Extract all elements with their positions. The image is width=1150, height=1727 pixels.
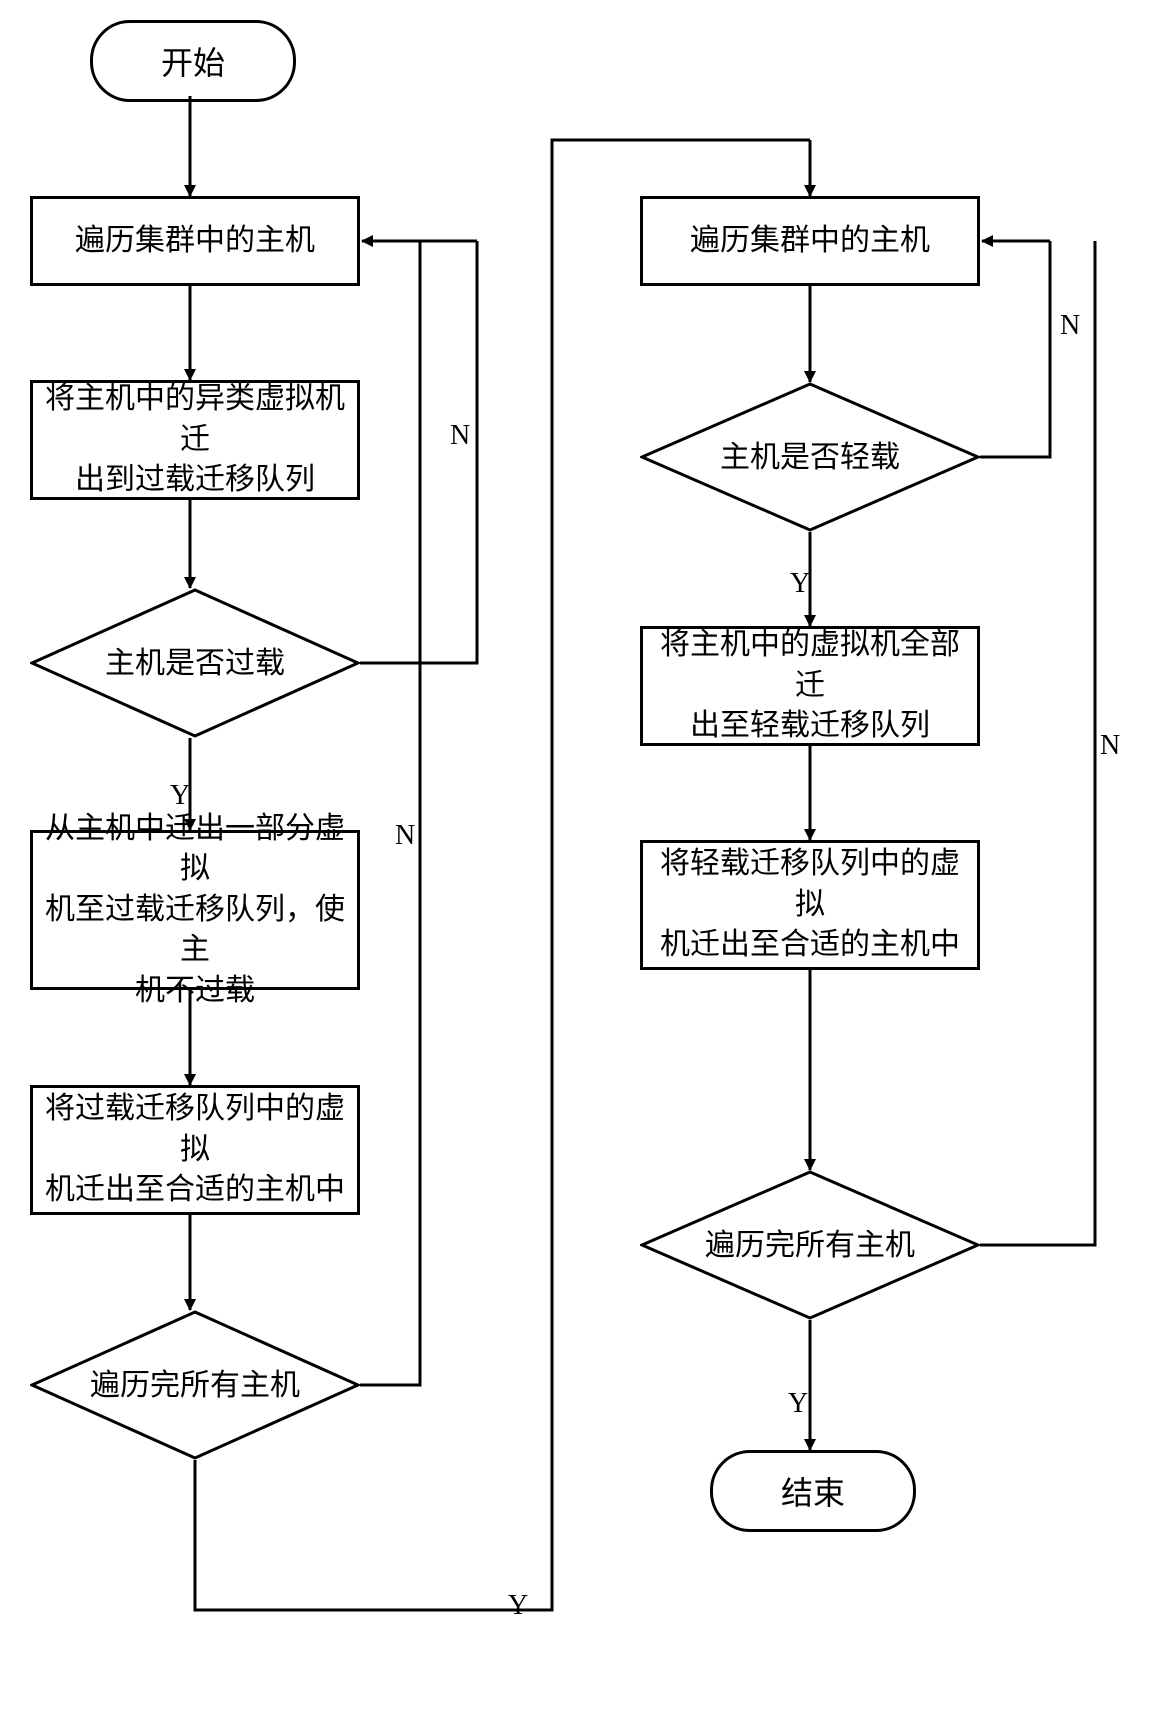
left-traverse-text: 遍历集群中的主机: [75, 221, 315, 262]
start-terminator: 开始: [90, 20, 296, 102]
right-done-Y-label: Y: [788, 1388, 808, 1420]
left-done-all-decision: 遍历完所有主机: [30, 1310, 360, 1460]
flowchart-canvas: 开始 结束 遍历集群中的主机 将主机中的异类虚拟机迁出到过载迁移队列 主机是否过…: [0, 0, 1150, 1727]
end-terminator: 结束: [710, 1450, 916, 1532]
left-done-all-text: 遍历完所有主机: [90, 1366, 300, 1405]
right-done-all-decision: 遍历完所有主机: [640, 1170, 980, 1320]
left-overloaded-decision: 主机是否过载: [30, 588, 360, 738]
right-traverse-text: 遍历集群中的主机: [690, 221, 930, 262]
left-overloaded-text: 主机是否过载: [105, 644, 285, 683]
left-traverse-process: 遍历集群中的主机: [30, 196, 360, 286]
right-lightload-N-label: N: [1060, 310, 1080, 342]
left-overloaded-Y-label: Y: [170, 780, 190, 812]
left-done-Y-label: Y: [508, 1590, 528, 1622]
right-done-all-text: 遍历完所有主机: [705, 1226, 915, 1265]
right-lightload-Y-label: Y: [790, 568, 810, 600]
left-move-hetero-process: 将主机中的异类虚拟机迁出到过载迁移队列: [30, 380, 360, 500]
left-move-overload-queue-process: 将过载迁移队列中的虚拟机迁出至合适的主机中: [30, 1085, 360, 1215]
right-move-all-process: 将主机中的虚拟机全部迁出至轻载迁移队列: [640, 626, 980, 746]
left-move-some-process: 从主机中迁出一部分虚拟机至过载迁移队列，使主机不过载: [30, 830, 360, 990]
right-lightload-decision: 主机是否轻载: [640, 382, 980, 532]
right-move-all-text: 将主机中的虚拟机全部迁出至轻载迁移队列: [653, 625, 967, 747]
left-move-overload-queue-text: 将过载迁移队列中的虚拟机迁出至合适的主机中: [43, 1089, 347, 1211]
left-overloaded-N-label: N: [450, 420, 470, 452]
right-done-N-label: N: [1100, 730, 1120, 762]
start-label: 开始: [161, 38, 225, 84]
left-move-some-text: 从主机中迁出一部分虚拟机至过载迁移队列，使主机不过载: [43, 809, 347, 1012]
right-traverse-process: 遍历集群中的主机: [640, 196, 980, 286]
left-done-N-label: N: [395, 820, 415, 852]
right-move-light-queue-text: 将轻载迁移队列中的虚拟机迁出至合适的主机中: [653, 844, 967, 966]
end-label: 结束: [781, 1468, 845, 1514]
right-lightload-text: 主机是否轻载: [720, 438, 900, 477]
left-move-hetero-text: 将主机中的异类虚拟机迁出到过载迁移队列: [43, 379, 347, 501]
right-move-light-queue-process: 将轻载迁移队列中的虚拟机迁出至合适的主机中: [640, 840, 980, 970]
